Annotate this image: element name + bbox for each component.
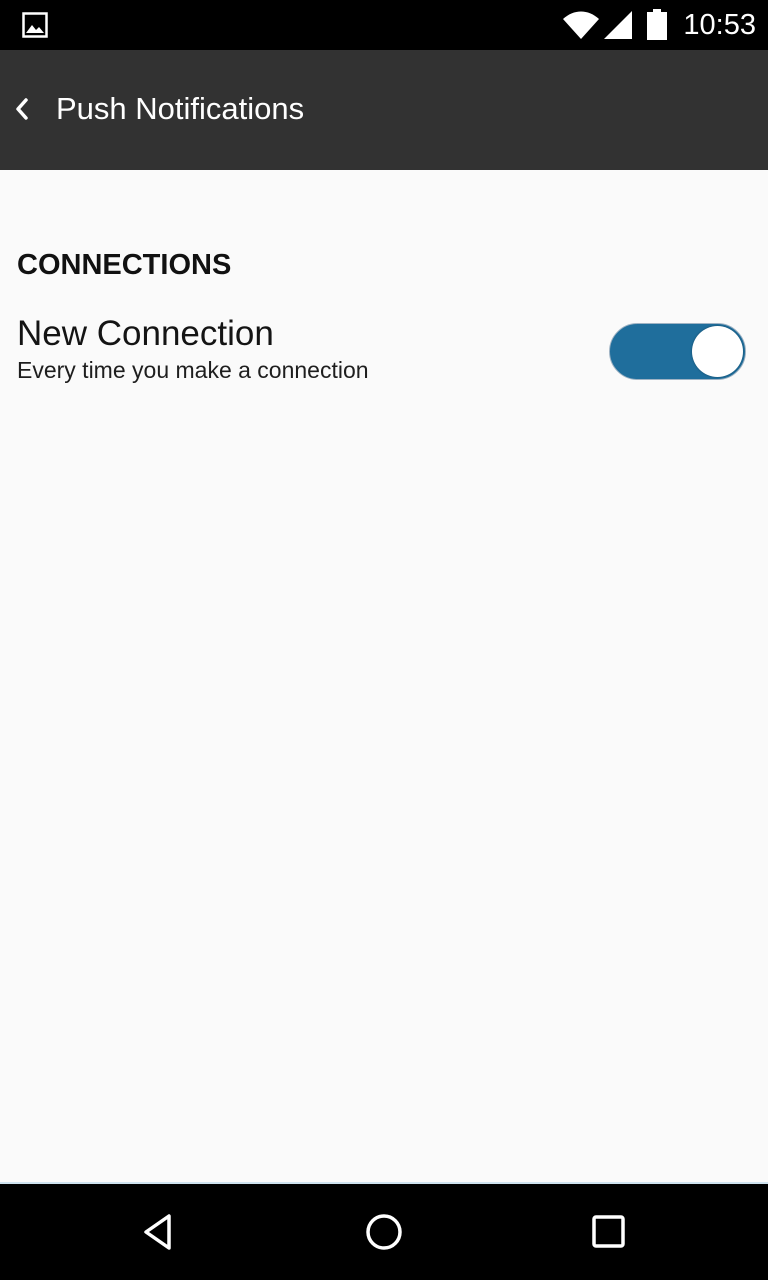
back-triangle-icon bbox=[144, 1214, 171, 1250]
setting-row-new-connection: New Connection Every time you make a con… bbox=[0, 305, 768, 395]
navigation-bar bbox=[0, 1184, 768, 1280]
gallery-icon bbox=[22, 12, 48, 38]
home-circle-icon bbox=[366, 1214, 402, 1250]
status-clock: 10:53 bbox=[683, 9, 756, 41]
new-connection-toggle[interactable] bbox=[609, 323, 746, 380]
battery-icon bbox=[647, 9, 667, 40]
nav-home-button[interactable] bbox=[360, 1208, 408, 1256]
toggle-knob bbox=[692, 326, 743, 377]
nav-back-button[interactable] bbox=[136, 1208, 184, 1256]
signal-icon bbox=[604, 11, 632, 39]
section-header-connections: CONNECTIONS bbox=[17, 249, 232, 281]
app-bar: Push Notifications bbox=[0, 50, 768, 170]
back-button[interactable] bbox=[6, 84, 40, 134]
chevron-left-icon bbox=[16, 98, 28, 120]
setting-subtitle: Every time you make a connection bbox=[17, 357, 369, 383]
setting-title: New Connection bbox=[17, 314, 274, 353]
status-bar: 10:53 bbox=[0, 0, 768, 50]
wifi-icon bbox=[563, 11, 599, 39]
nav-recents-button[interactable] bbox=[584, 1208, 632, 1256]
page-title: Push Notifications bbox=[56, 91, 305, 126]
recents-square-icon bbox=[592, 1215, 625, 1248]
